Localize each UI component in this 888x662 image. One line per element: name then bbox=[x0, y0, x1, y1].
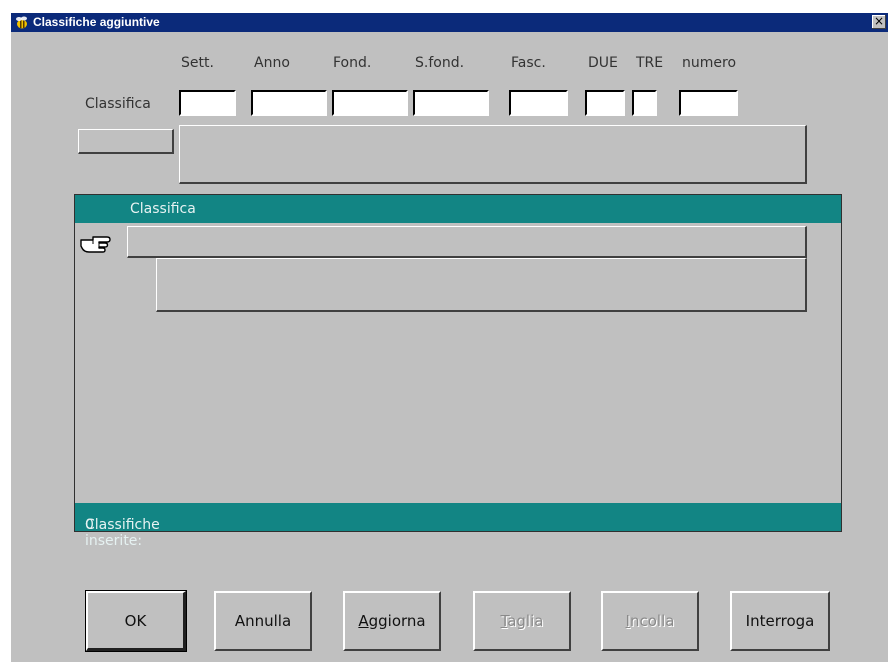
grid-row-code[interactable] bbox=[127, 226, 807, 258]
ok-button[interactable]: OK bbox=[85, 590, 187, 652]
col-anno-label: Anno bbox=[254, 55, 290, 71]
incolla-button[interactable]: Incolla bbox=[601, 591, 699, 651]
classifiche-grid: Classifica Classifiche inserite: 0 bbox=[74, 194, 842, 549]
taglia-rest: aglia bbox=[507, 612, 544, 630]
ok-label: OK bbox=[124, 611, 147, 630]
grid-header: Classifica bbox=[75, 195, 841, 223]
inserted-count: 0 bbox=[85, 517, 94, 533]
anno-field[interactable] bbox=[251, 90, 327, 116]
col-fond-label: Fond. bbox=[333, 55, 372, 71]
col-tre-label: TRE bbox=[636, 55, 664, 71]
numero-field[interactable] bbox=[679, 90, 738, 116]
description-panel bbox=[179, 125, 807, 184]
pointing-hand-icon bbox=[80, 236, 111, 253]
interroga-label: Interroga bbox=[745, 612, 815, 630]
close-icon: × bbox=[873, 14, 885, 28]
fond-field[interactable] bbox=[332, 90, 408, 116]
grid-footer: Classifiche inserite: 0 bbox=[75, 503, 841, 549]
bee-icon bbox=[16, 16, 27, 29]
col-sett-label: Sett. bbox=[181, 55, 214, 71]
annulla-label: Annulla bbox=[234, 612, 292, 630]
col-sfond-label: S.fond. bbox=[415, 55, 465, 71]
aggiorna-rest: ggiorna bbox=[368, 612, 426, 630]
close-button[interactable]: × bbox=[872, 15, 886, 29]
title-bar[interactable]: Classifiche aggiuntive × bbox=[11, 13, 888, 32]
dialog-window: Classifiche aggiuntive × Sett. Anno Fond… bbox=[11, 13, 888, 662]
col-fasc-label: Fasc. bbox=[511, 55, 546, 71]
sett-field[interactable] bbox=[179, 90, 236, 116]
sfond-field[interactable] bbox=[413, 90, 489, 116]
incolla-rest: ncolla bbox=[629, 612, 675, 630]
interroga-button[interactable]: Interroga bbox=[730, 591, 830, 651]
lookup-button[interactable] bbox=[78, 129, 174, 154]
taglia-button[interactable]: Taglia bbox=[473, 591, 571, 651]
window-title: Classifiche aggiuntive bbox=[33, 15, 160, 29]
classifica-row-label: Classifica bbox=[85, 96, 151, 112]
tre-field[interactable] bbox=[632, 90, 657, 116]
fasc-field[interactable] bbox=[509, 90, 568, 116]
grid-row-description[interactable] bbox=[156, 258, 807, 312]
aggiorna-label: Aggiorna bbox=[358, 612, 425, 630]
taglia-label: Taglia bbox=[501, 612, 544, 630]
incolla-label: Incolla bbox=[626, 612, 675, 630]
col-due-label: DUE bbox=[588, 55, 618, 71]
due-field[interactable] bbox=[585, 90, 625, 116]
grid-header-label: Classifica bbox=[130, 201, 196, 217]
annulla-button[interactable]: Annulla bbox=[214, 591, 312, 651]
aggiorna-mnemonic: A bbox=[358, 612, 369, 630]
col-numero-label: numero bbox=[682, 55, 737, 71]
inserted-label: Classifiche inserite: bbox=[85, 517, 160, 549]
aggiorna-button[interactable]: Aggiorna bbox=[343, 591, 441, 651]
